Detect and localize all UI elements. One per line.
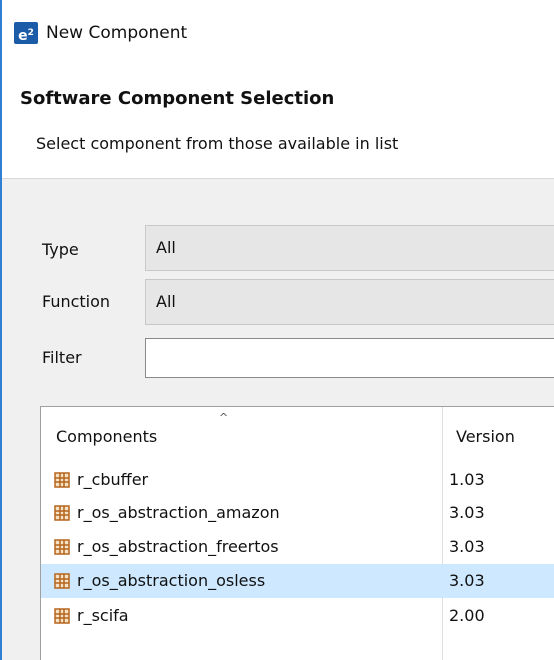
component-version: 1.03 [449,470,485,489]
sort-ascending-icon[interactable]: ^ [219,411,228,424]
package-icon [54,608,70,624]
page-title: Software Component Selection [20,88,335,109]
package-icon [54,472,70,488]
wizard-header: Software Component Selection Select comp… [2,68,554,178]
table-row[interactable]: r_os_abstraction_amazon 3.03 [41,496,554,530]
page-description: Select component from those available in… [36,134,399,153]
type-select-value: All [156,238,176,257]
component-version: 2.00 [449,606,485,625]
table-row[interactable]: r_os_abstraction_osless 3.03 [41,564,554,598]
package-icon [54,505,70,521]
package-icon [54,573,70,589]
component-name: r_cbuffer [77,470,149,489]
component-name: r_os_abstraction_amazon [77,503,280,522]
function-label: Function [42,292,111,311]
package-icon [54,539,70,555]
components-table: ^ Components Version r_cbuffer 1.03 r_os_a… [40,406,554,660]
filter-label: Filter [42,348,82,367]
component-version: 3.03 [449,503,485,522]
table-row[interactable]: r_scifa 2.00 [41,599,554,633]
type-select[interactable]: All [145,225,554,271]
function-select-value: All [156,292,176,311]
column-header-components[interactable]: Components [56,427,157,446]
table-row[interactable]: r_os_abstraction_freertos 3.03 [41,530,554,564]
component-name: r_scifa [77,606,129,625]
component-name: r_os_abstraction_freertos [77,537,279,556]
table-row[interactable]: r_cbuffer 1.03 [41,463,554,497]
title-bar: e2 New Component [2,0,554,68]
column-header-version[interactable]: Version [456,427,515,446]
window-title: New Component [46,23,188,43]
filter-input[interactable] [145,338,554,378]
component-name: r_os_abstraction_osless [77,571,266,590]
component-version: 3.03 [449,537,485,556]
function-select[interactable]: All [145,279,554,325]
type-label: Type [42,240,79,259]
app-logo-icon: e2 [14,22,38,44]
component-version: 3.03 [449,571,485,590]
